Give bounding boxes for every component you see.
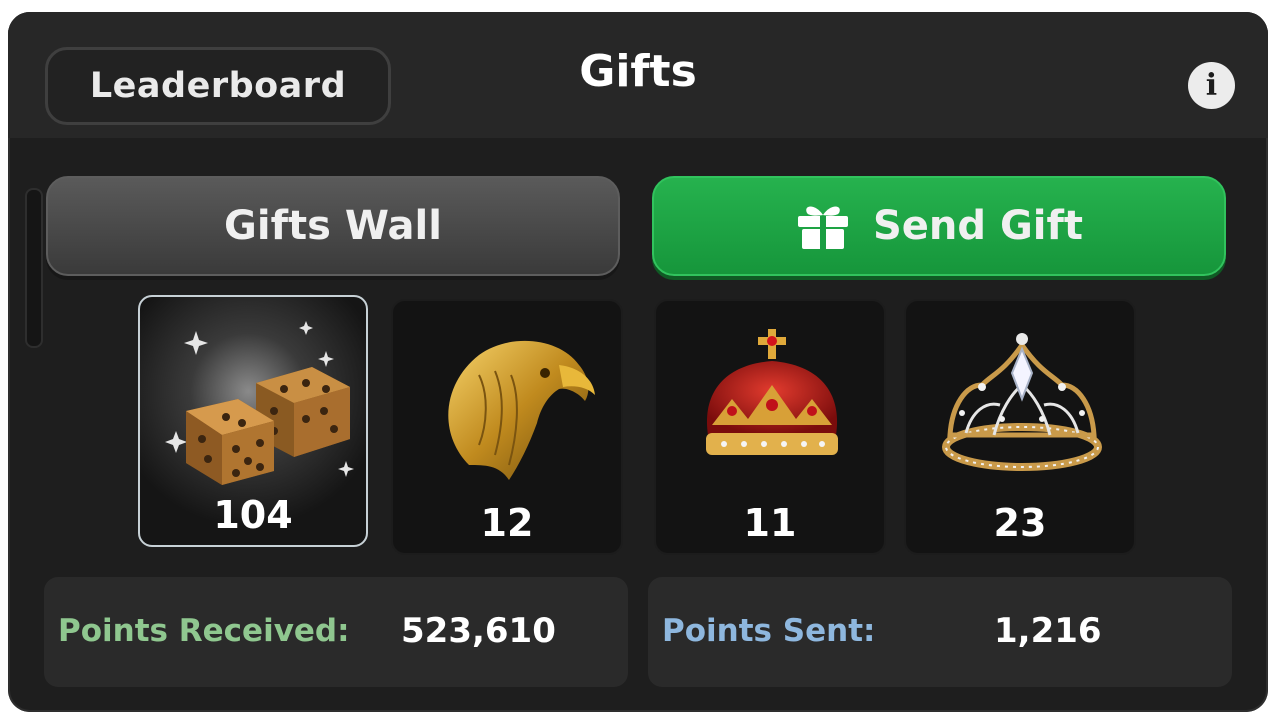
page-title: Gifts [579, 46, 697, 97]
gift-count: 12 [480, 501, 534, 545]
points-received-value: 523,610 [401, 611, 556, 651]
gift-card-tiara[interactable]: 23 [904, 299, 1136, 555]
leaderboard-button[interactable]: Leaderboard [45, 47, 391, 125]
crown-icon [706, 329, 838, 455]
info-icon[interactable]: i [1188, 62, 1235, 109]
send-gift-label: Send Gift [872, 203, 1084, 249]
points-sent-text: Points Sent [662, 613, 864, 649]
eagle-icon [448, 340, 595, 480]
points-sent-panel: Points Sent: 1,216 [648, 577, 1232, 687]
points-received-panel: Points Received: 523,610 [44, 577, 628, 687]
points-sent-label: Points Sent: [662, 613, 875, 649]
gifts-wall-tab[interactable]: Gifts Wall [46, 176, 620, 276]
points-received-text: Points Received [58, 613, 338, 649]
info-glyph: i [1205, 68, 1218, 103]
header-bar: Leaderboard Gifts i [8, 12, 1268, 138]
gift-count: 104 [213, 493, 293, 537]
gifts-wall-label: Gifts Wall [224, 203, 442, 249]
points-received-label: Points Received: [58, 613, 350, 649]
dice-icon [165, 321, 354, 485]
send-gift-button[interactable]: Send Gift [652, 176, 1226, 276]
gift-box-icon [797, 206, 848, 249]
points-sent-colon: : [863, 613, 876, 649]
gift-count: 11 [743, 501, 797, 545]
gifts-panel: Leaderboard Gifts i Gifts Wall Send Gift [8, 12, 1268, 712]
gift-card-dice[interactable]: 104 [138, 295, 368, 547]
scrollbar[interactable] [25, 188, 43, 348]
gift-card-crown[interactable]: 11 [654, 299, 886, 555]
gift-card-eagle[interactable]: 12 [391, 299, 623, 555]
points-received-colon: : [337, 613, 350, 649]
tiara-icon [942, 333, 1102, 471]
gift-count: 23 [993, 501, 1047, 545]
points-sent-value: 1,216 [994, 611, 1102, 651]
